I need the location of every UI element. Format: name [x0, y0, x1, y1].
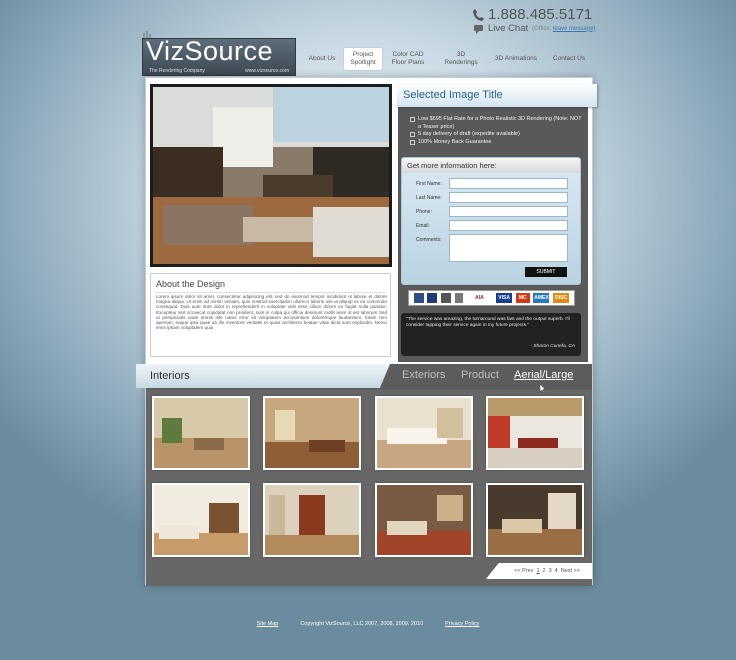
gallery-thumb[interactable] — [486, 396, 584, 470]
interior-thumb-image — [265, 485, 359, 555]
footer: Site Map Copyright VizSource, LLC 2007, … — [0, 621, 736, 627]
gallery-thumb[interactable] — [152, 483, 250, 557]
testimonial: "The service was amazing, the turnaround… — [401, 313, 581, 356]
interior-thumb-image — [154, 398, 248, 468]
feature-item: 5 day delivery of draft (expedite availa… — [410, 131, 582, 139]
tab-interiors[interactable]: Interiors — [136, 364, 390, 388]
pager-page-3[interactable]: 3 — [549, 568, 552, 574]
logo-badge-icon — [454, 293, 463, 303]
checkbox-icon — [410, 117, 415, 122]
selected-image-title: Selected Image Title — [397, 84, 597, 107]
about-divider — [156, 292, 386, 293]
gallery-thumb[interactable] — [263, 483, 361, 557]
logo-badge-icon — [441, 293, 452, 303]
about-body: Lorem ipsum dolor sit amet, consectetur … — [156, 294, 387, 331]
gallery-thumb[interactable] — [263, 396, 361, 470]
site-map-link[interactable]: Site Map — [257, 621, 279, 627]
live-chat[interactable]: Live Chat (Office, leave message) — [474, 23, 595, 34]
testimonial-author: - Sharon Cunefa, CA — [530, 344, 575, 350]
form-heading: Get more information here: — [402, 158, 580, 173]
email-label: Email: — [416, 223, 430, 229]
comments-field[interactable] — [449, 234, 568, 262]
phone-text: 1.888.485.5171 — [488, 6, 593, 23]
logo-name: VizSource — [146, 36, 274, 66]
phone-icon — [473, 8, 484, 21]
copyright: Copyright VizSource, LLC 2007, 2008, 200… — [300, 621, 424, 627]
main-nav: About Us Project Spotlight Color CAD Flo… — [300, 48, 594, 70]
trust-badges: AIA VISA MC AMEX DISC — [408, 290, 575, 306]
discover-badge: DISC — [553, 293, 570, 303]
logo-badge-icon — [413, 293, 424, 303]
nav-3d-animations[interactable]: 3D Animations — [488, 48, 544, 70]
pagination: << Prev 1 2 3 4 Next >> — [486, 563, 592, 579]
checkbox-icon — [410, 132, 415, 137]
live-chat-sub: (Office, leave message) — [532, 25, 596, 32]
interior-thumb-image — [488, 398, 582, 468]
interior-thumb-image — [377, 485, 471, 555]
info-form: Get more information here: First Name: L… — [401, 157, 581, 285]
tab-product[interactable]: Product — [461, 369, 499, 381]
gallery-thumb[interactable] — [486, 483, 584, 557]
privacy-policy-link[interactable]: Privacy Policy — [445, 621, 479, 627]
email-field[interactable] — [449, 220, 568, 231]
nav-3d-renderings[interactable]: 3D Renderings — [434, 48, 488, 70]
interior-thumb-image — [154, 485, 248, 555]
testimonial-text: "The service was amazing, the turnaround… — [406, 317, 570, 328]
interior-thumb-image — [377, 398, 471, 468]
phone-field[interactable] — [449, 206, 568, 217]
tab-exteriors[interactable]: Exteriors — [402, 369, 445, 381]
features-list: Low $695 Flat Rate for a Photo Realistic… — [410, 116, 582, 146]
last-name-label: Last Name: — [416, 195, 442, 201]
aia-badge: AIA — [466, 293, 493, 303]
featured-image[interactable] — [150, 84, 392, 267]
about-title: About the Design — [156, 279, 226, 289]
chat-icon — [474, 24, 483, 34]
logo[interactable]: VizSource The Rendering Company www.vizs… — [142, 36, 296, 76]
live-chat-label[interactable]: Live Chat — [488, 23, 528, 34]
pager-page-1[interactable]: 1 — [536, 568, 539, 574]
nav-about-us[interactable]: About Us — [300, 48, 344, 70]
gallery-thumb[interactable] — [152, 396, 250, 470]
first-name-label: First Name: — [416, 181, 442, 187]
featured-interior-image — [153, 87, 389, 264]
nav-project-spotlight[interactable]: Project Spotlight — [344, 48, 382, 70]
gallery-thumb[interactable] — [375, 483, 473, 557]
gallery-thumb[interactable] — [375, 396, 473, 470]
pager-page-2[interactable]: 2 — [543, 568, 546, 574]
logo-tagline: The Rendering Company — [149, 68, 205, 74]
amex-badge: AMEX — [533, 293, 550, 303]
visa-badge: VISA — [496, 293, 513, 303]
feature-item: Low $695 Flat Rate for a Photo Realistic… — [410, 116, 582, 131]
cursor-icon — [540, 384, 546, 394]
comments-label: Comments: — [416, 237, 442, 243]
feature-item: 100% Money Back Guarantee — [410, 139, 582, 147]
logo-badge-icon — [427, 293, 438, 303]
nav-floor-plans[interactable]: Color CAD Floor Plans — [382, 48, 434, 70]
mastercard-badge: MC — [515, 293, 530, 303]
phone-label: Phone: — [416, 209, 432, 215]
nav-contact-us[interactable]: Contact Us — [544, 48, 594, 70]
pager-next[interactable]: Next >> — [561, 568, 580, 574]
tab-aerial-large[interactable]: Aerial/Large — [514, 369, 573, 381]
pager-prev[interactable]: << Prev — [514, 568, 533, 574]
submit-button[interactable]: SUBMIT — [525, 267, 567, 277]
interior-thumb-image — [488, 485, 582, 555]
phone-number: 1.888.485.5171 — [472, 6, 592, 23]
logo-url: www.vizsource.com — [245, 68, 289, 74]
checkbox-icon — [410, 139, 415, 145]
first-name-field[interactable] — [449, 178, 568, 189]
last-name-field[interactable] — [449, 192, 568, 203]
about-design: About the Design Lorem ipsum dolor sit a… — [150, 273, 391, 357]
interior-thumb-image — [265, 398, 359, 468]
pager-page-4[interactable]: 4 — [555, 568, 558, 574]
leave-message-link[interactable]: leave message) — [553, 26, 595, 32]
